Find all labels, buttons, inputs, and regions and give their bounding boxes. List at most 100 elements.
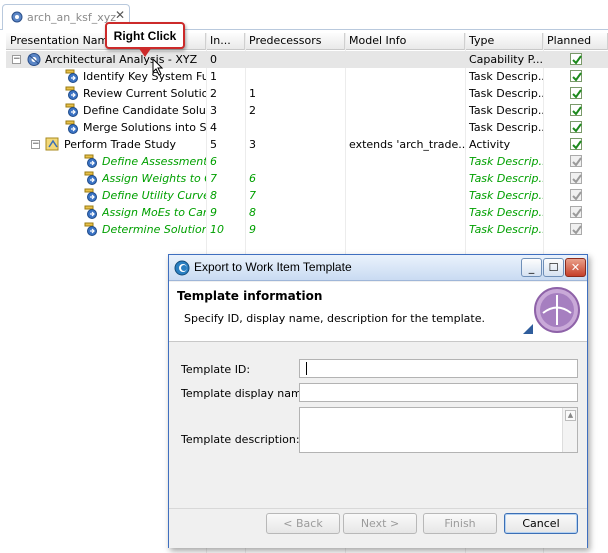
planned-checkbox[interactable]: [570, 53, 582, 65]
table-header: Presentation Name In... Predecessors Mod…: [6, 33, 608, 50]
table-row[interactable]: Merge Solutions into System 4 Task Descrip…: [6, 119, 608, 136]
mouse-cursor-icon: [152, 58, 164, 76]
planned-checkbox[interactable]: [570, 223, 582, 235]
column-header-index[interactable]: In...: [206, 33, 245, 50]
planned-checkbox[interactable]: [570, 104, 582, 116]
table-row[interactable]: Define Assessment Criteria 6 Task Descrip.…: [6, 153, 608, 170]
cell-index: 5: [210, 138, 217, 151]
cell-model-info: [345, 170, 465, 187]
task-descriptor-icon: [64, 103, 80, 118]
table-row[interactable]: Identify Key System Functions 1 Task Descr…: [6, 68, 608, 85]
close-icon[interactable]: ✕: [115, 8, 125, 22]
description-scrollbar[interactable]: ▲: [562, 408, 577, 452]
task-descriptor-icon: [64, 69, 80, 84]
dialog-title: Export to Work Item Template: [194, 260, 352, 274]
cell-planned: [543, 170, 608, 187]
cell-type: Activity: [469, 138, 511, 151]
cell-type: Task Descrip...: [469, 206, 543, 219]
cell-planned: [543, 153, 608, 170]
cell-type: Task Descrip...: [469, 87, 543, 100]
cell-predecessors: 2: [249, 104, 256, 117]
maximize-button[interactable]: ☐: [543, 258, 564, 277]
screen: arch_an_ksf_xyz ✕ Presentation Name In..…: [0, 0, 608, 553]
planned-checkbox[interactable]: [570, 121, 582, 133]
cell-predecessors: [245, 51, 345, 68]
back-button[interactable]: < Back: [266, 513, 340, 534]
dialog-title-bar[interactable]: Export to Work Item Template _ ☐ ✕: [169, 255, 587, 281]
planned-checkbox[interactable]: [570, 70, 582, 82]
column-header-predecessors[interactable]: Predecessors: [245, 33, 345, 50]
column-header-type[interactable]: Type: [465, 33, 543, 50]
cell-model-info: [345, 119, 465, 136]
template-id-input[interactable]: [299, 359, 578, 378]
node-label: Perform Trade Study: [64, 138, 177, 151]
dialog-close-button[interactable]: ✕: [565, 258, 586, 277]
planned-checkbox[interactable]: [570, 189, 582, 201]
planned-checkbox[interactable]: [570, 138, 582, 150]
cell-model-info: [345, 221, 465, 238]
tree-collapse-icon[interactable]: −: [12, 55, 21, 64]
cell-predecessors: 7: [249, 189, 256, 202]
cell-index: 4: [210, 121, 217, 134]
planned-checkbox[interactable]: [570, 206, 582, 218]
scroll-up-icon[interactable]: ▲: [565, 410, 576, 421]
cell-index: 1: [210, 70, 217, 83]
cell-presentation-name: Define Candidate Solutions: [6, 102, 206, 119]
cell-type: Task Descrip...: [469, 189, 543, 202]
cancel-button[interactable]: Cancel: [504, 513, 578, 534]
column-header-model-info[interactable]: Model Info: [345, 33, 465, 50]
node-label: Define Utility Curve for each: [102, 189, 206, 202]
finish-button[interactable]: Finish: [423, 513, 497, 534]
node-label: Assign MoEs to Candidates: [102, 206, 206, 219]
dialog-button-bar: < Back Next > Finish Cancel: [169, 508, 587, 548]
task-descriptor-icon: [64, 86, 80, 101]
cell-model-info: [345, 153, 465, 170]
table-row[interactable]: Define Candidate Solutions 3 2 Task Descrip…: [6, 102, 608, 119]
template-id-label: Template ID:: [181, 363, 251, 376]
cell-index: 2: [210, 87, 217, 100]
cell-index: 6: [210, 155, 217, 168]
cell-model-info: [345, 187, 465, 204]
editor-tab-bar: arch_an_ksf_xyz ✕: [0, 0, 608, 30]
tree-collapse-icon[interactable]: −: [31, 140, 40, 149]
planned-checkbox[interactable]: [570, 172, 582, 184]
cell-type: Task Descrip...: [469, 172, 543, 185]
cell-presentation-name: Define Utility Curve for each: [6, 187, 206, 204]
cell-presentation-name: Review Current Solutions: [6, 85, 206, 102]
node-label: Assign Weights to Criteria: [102, 172, 206, 185]
table-row[interactable]: Determine Solution 10 9 Task Descrip...: [6, 221, 608, 238]
planned-checkbox[interactable]: [570, 87, 582, 99]
cell-model-info: [345, 204, 465, 221]
export-work-item-template-dialog: Export to Work Item Template _ ☐ ✕ Templ…: [168, 254, 588, 548]
cell-predecessors: [245, 68, 345, 85]
cell-planned: [543, 187, 608, 204]
process-icon: [11, 11, 23, 23]
cell-presentation-name: Merge Solutions into System: [6, 119, 206, 136]
cell-planned: [543, 119, 608, 136]
template-description-textarea[interactable]: ▲: [299, 407, 578, 453]
callout-pointer: [138, 47, 152, 57]
template-display-name-input[interactable]: [299, 383, 578, 402]
table-row[interactable]: Define Utility Curve for each 8 7 Task Desc…: [6, 187, 608, 204]
node-label: Determine Solution: [102, 223, 206, 236]
minimize-button[interactable]: _: [521, 258, 542, 277]
column-header-planned[interactable]: Planned: [543, 33, 608, 50]
table-row[interactable]: − Perform Trade Study 5 3 extends 'arch_trad…: [6, 136, 608, 153]
capability-pattern-icon: [26, 52, 42, 67]
table-row[interactable]: Assign Weights to Criteria 7 6 Task Descrip…: [6, 170, 608, 187]
cell-planned: [543, 85, 608, 102]
cell-type: Capability P...: [469, 53, 543, 66]
table-row[interactable]: − Architectural Analysis - XYZ 0 Capability…: [6, 51, 608, 68]
next-button[interactable]: Next >: [343, 513, 417, 534]
cell-presentation-name: Determine Solution: [6, 221, 206, 238]
table-row[interactable]: Review Current Solutions 2 1 Task Descrip..…: [6, 85, 608, 102]
task-descriptor-icon: [83, 205, 99, 220]
cell-predecessors: 6: [249, 172, 256, 185]
planned-checkbox[interactable]: [570, 155, 582, 167]
task-descriptor-icon: [83, 154, 99, 169]
table-row[interactable]: Assign MoEs to Candidates 9 8 Task Descrip.…: [6, 204, 608, 221]
wizard-banner-icon: [523, 287, 580, 334]
cell-presentation-name: − Architectural Analysis - XYZ: [6, 51, 206, 68]
cell-planned: [543, 102, 608, 119]
editor-tab-label: arch_an_ksf_xyz: [27, 11, 117, 24]
